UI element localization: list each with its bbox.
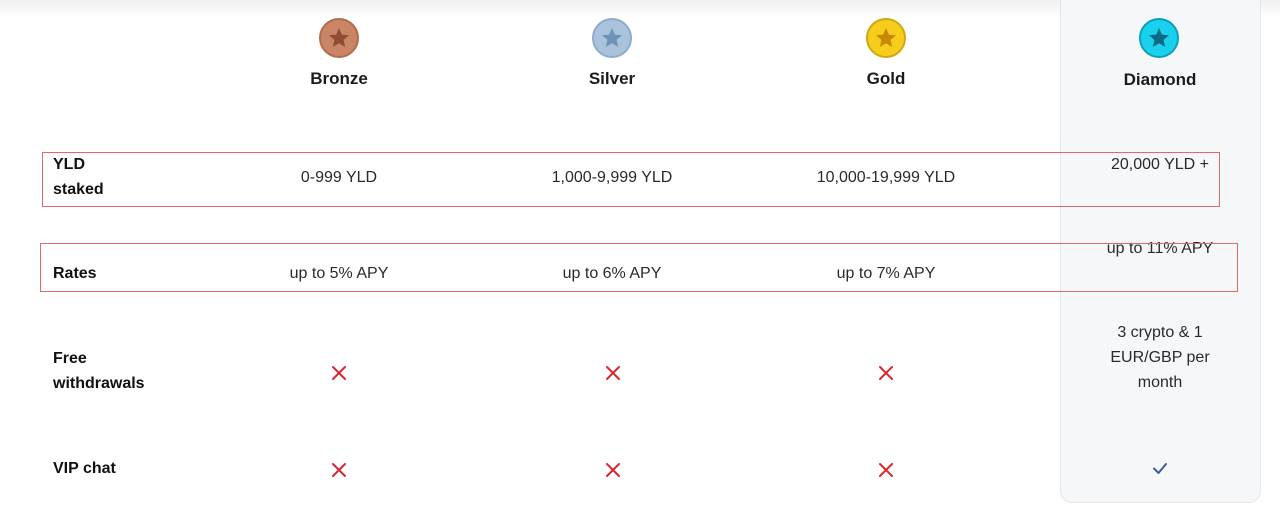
tier-name-bronze: Bronze bbox=[310, 69, 368, 88]
yld-staked-diamond: 20,000 YLD + bbox=[1110, 156, 1209, 173]
checkmark-icon bbox=[1151, 459, 1169, 477]
row-label-line: staked bbox=[53, 181, 104, 198]
yld-staked-silver: 1,000-9,999 YLD bbox=[551, 169, 673, 186]
cross-icon bbox=[330, 364, 348, 382]
row-label-yld-staked: YLD staked bbox=[53, 152, 203, 202]
cross-icon bbox=[877, 461, 895, 479]
cross-icon bbox=[604, 461, 622, 479]
bronze-star-medal-icon bbox=[319, 18, 359, 58]
yld-staked-gold: 10,000-19,999 YLD bbox=[816, 169, 956, 186]
free-withdrawals-diamond: 3 crypto & 1 EUR/GBP per month bbox=[1040, 320, 1280, 395]
cross-icon bbox=[877, 364, 895, 382]
gold-star-medal-icon bbox=[866, 18, 906, 58]
row-label-line: withdrawals bbox=[53, 375, 145, 392]
rates-gold: up to 7% APY bbox=[836, 265, 936, 282]
row-label-line: Free bbox=[53, 350, 87, 367]
rates-silver: up to 6% APY bbox=[562, 265, 662, 282]
diamond-withdrawals-line: EUR/GBP per bbox=[1110, 349, 1210, 366]
rates-bronze: up to 5% APY bbox=[289, 265, 389, 282]
rates-diamond: up to 11% APY bbox=[1106, 240, 1214, 257]
row-label-rates: Rates bbox=[53, 265, 97, 282]
cross-icon bbox=[330, 461, 348, 479]
tier-name-gold: Gold bbox=[866, 69, 906, 88]
diamond-star-medal-icon bbox=[1139, 18, 1179, 58]
cross-icon bbox=[604, 364, 622, 382]
yld-staked-bronze: 0-999 YLD bbox=[300, 169, 378, 186]
tier-name-silver: Silver bbox=[588, 69, 636, 88]
silver-star-medal-icon bbox=[592, 18, 632, 58]
diamond-withdrawals-line: month bbox=[1137, 374, 1183, 391]
row-label-line: YLD bbox=[53, 156, 85, 173]
tier-name-diamond: Diamond bbox=[1123, 70, 1197, 89]
row-label-free-withdrawals: Free withdrawals bbox=[53, 346, 203, 396]
diamond-withdrawals-line: 3 crypto & 1 bbox=[1117, 324, 1203, 341]
row-label-vip-chat: VIP chat bbox=[53, 460, 116, 477]
tier-comparison-table: Bronze Silver Gold Diamond YLD staked 0-… bbox=[0, 0, 1280, 531]
